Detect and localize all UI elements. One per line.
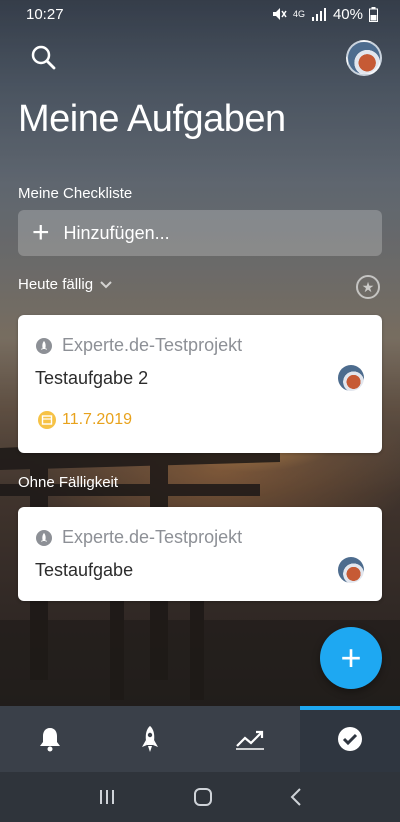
trend-icon (236, 730, 264, 750)
star-icon: ★ (361, 278, 375, 295)
star-button[interactable]: ★ (356, 275, 380, 299)
assignee-avatar (338, 557, 364, 583)
checklist-label: Meine Checkliste (18, 185, 133, 202)
mute-icon (272, 8, 287, 20)
task-card[interactable]: Experte.de-Testprojekt Testaufgabe 2 11.… (18, 315, 382, 453)
search-button[interactable] (30, 44, 58, 72)
status-bar: 10:27 4G 40% (0, 0, 400, 28)
page-title: Meine Aufgaben (18, 98, 286, 140)
task-card[interactable]: Experte.de-Testprojekt Testaufgabe (18, 507, 382, 601)
add-task-input[interactable]: + Hinzufügen... (18, 210, 382, 256)
bottom-nav (0, 706, 400, 772)
status-time: 10:27 (26, 5, 64, 23)
due-today-label: Heute fällig (18, 276, 94, 293)
battery-percent: 40% (332, 5, 363, 23)
signal-icon (311, 8, 326, 21)
nav-notifications[interactable] (0, 706, 100, 772)
task-due-date: 11.7.2019 (38, 411, 132, 429)
task-project-name: Experte.de-Testprojekt (62, 335, 243, 355)
battery-icon (369, 6, 378, 22)
task-title: Testaufgabe (35, 560, 134, 580)
check-circle-icon (338, 727, 362, 751)
search-icon (31, 45, 56, 70)
recent-apps-icon[interactable] (97, 788, 117, 806)
home-icon[interactable] (192, 786, 214, 808)
assignee-avatar (338, 365, 364, 391)
back-icon[interactable] (289, 787, 303, 807)
task-due-date-text: 11.7.2019 (62, 411, 132, 428)
task-project-name: Experte.de-Testprojekt (62, 527, 243, 547)
no-due-label: Ohne Fälligkeit (18, 474, 119, 491)
nav-my-tasks[interactable] (300, 706, 400, 772)
calendar-icon (38, 411, 56, 429)
add-task-placeholder: Hinzufügen... (63, 222, 170, 243)
plus-icon: + (340, 637, 362, 678)
task-project: Experte.de-Testprojekt (36, 335, 242, 356)
rocket-icon (36, 337, 52, 354)
nav-activity[interactable] (200, 706, 300, 772)
task-project: Experte.de-Testprojekt (36, 527, 242, 548)
profile-avatar[interactable] (346, 40, 382, 76)
system-nav-bar (0, 772, 400, 822)
chevron-down-icon (100, 280, 112, 288)
network-type: 4G (292, 8, 305, 19)
task-title: Testaufgabe 2 (35, 368, 149, 388)
rocket-icon (142, 726, 158, 752)
add-task-fab[interactable]: + (320, 627, 382, 689)
rocket-icon (36, 529, 52, 546)
nav-projects[interactable] (100, 706, 200, 772)
bell-icon (40, 728, 60, 752)
due-today-toggle[interactable]: Heute fällig (18, 276, 113, 293)
plus-icon: + (32, 216, 50, 249)
